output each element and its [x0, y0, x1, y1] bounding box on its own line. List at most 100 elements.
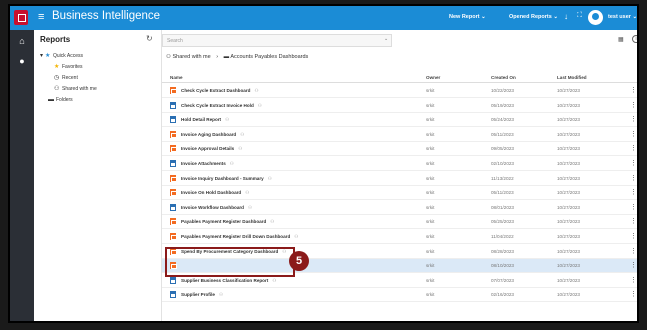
more-icon[interactable]: ⋮ [630, 290, 637, 298]
table-row[interactable]: Invoice Aging Dashboard ⚇ srkit 05/11/2023 1… [162, 128, 637, 142]
row-name[interactable]: Invoice Inquiry Dashboard - Summary ⚇ [181, 176, 272, 182]
avatar[interactable] [588, 10, 603, 25]
table-row[interactable]: Invoice Workflow Dashboard ⚇ srkit 08/01/20… [162, 201, 637, 215]
row-name[interactable]: Check Cycle Extract Invoice Hold ⚇ [181, 103, 262, 109]
info-icon[interactable]: i [632, 35, 637, 43]
row-modified: 10/27/2023 [557, 102, 580, 108]
table-row[interactable]: Payables Payment Register Drill Down Das… [162, 230, 637, 244]
table-row[interactable]: Payables Payment Register Dashboard ⚇ srki… [162, 215, 637, 230]
row-modified: 10/27/2023 [557, 146, 580, 152]
row-name[interactable]: Invoice On Hold Dashboard ⚇ [181, 190, 249, 196]
row-modified: 10/27/2023 [557, 277, 580, 283]
table-row[interactable]: Invoice Inquiry Dashboard - Summary ⚇ srki… [162, 172, 637, 186]
table-row[interactable]: Invoice On Hold Dashboard ⚇ srkit 05/11/202… [162, 186, 637, 201]
refresh-icon[interactable]: ↻ [146, 34, 153, 43]
nav-item-favorites[interactable]: ★ Favorites [54, 63, 83, 70]
left-rail: ⌂ ● [10, 30, 34, 321]
row-created: 05/19/2023 [491, 102, 514, 108]
row-created: 08/10/2023 [491, 263, 514, 269]
more-icon[interactable]: ⋮ [630, 130, 637, 138]
row-name[interactable]: Payables Payment Register Dashboard ⚇ [181, 219, 274, 225]
column-name[interactable]: Name [170, 75, 183, 80]
fullscreen-icon[interactable]: ⛶ [577, 12, 582, 20]
row-name[interactable]: Invoice Approval Details ⚇ [181, 146, 242, 152]
table-row[interactable]: Check Cycle Extract Dashboard ⚇ srkit 10/22… [162, 84, 637, 98]
row-created: 10/22/2023 [491, 88, 514, 93]
row-created: 05/11/2023 [491, 190, 514, 196]
row-created: 02/10/2023 [491, 161, 514, 166]
chevron-down-icon[interactable]: ⌄ [384, 36, 388, 42]
row-modified: 10/27/2023 [557, 248, 580, 254]
row-name[interactable]: Check Cycle Extract Dashboard ⚇ [181, 88, 259, 94]
row-owner: srkit [426, 88, 435, 93]
more-icon[interactable]: ⋮ [630, 276, 637, 284]
row-modified: 10/27/2023 [557, 263, 580, 269]
nav-item-folders[interactable]: ▬ Folders [48, 97, 73, 103]
people-icon: ⚇ [166, 54, 171, 60]
more-icon[interactable]: ⋮ [630, 86, 637, 94]
nav-item-recent[interactable]: ◷ Recent [54, 74, 78, 81]
opened-reports-button[interactable]: Opened Reports ⌄ [509, 14, 558, 20]
download-icon[interactable]: ↓ [564, 12, 568, 21]
table-row[interactable]: Hold Detail Report ⚇ srkit 05/24/2023 10/27/… [162, 113, 637, 128]
table-row[interactable]: Supplier Profile ⚇ srkit 02/16/2023 10/27/20… [162, 288, 637, 303]
shared-icon: ⚇ [267, 175, 272, 181]
nav-item-shared[interactable]: ⚇ Shared with me [54, 85, 97, 92]
row-created: 08/01/2023 [491, 204, 514, 210]
row-owner: srkit [426, 102, 435, 108]
more-icon[interactable]: ⋮ [630, 144, 637, 152]
more-icon[interactable]: ⋮ [630, 217, 637, 225]
row-created: 05/24/2023 [491, 117, 514, 123]
clock-icon: ◷ [54, 75, 60, 81]
more-icon[interactable]: ⋮ [630, 247, 637, 255]
search-input[interactable]: Search [162, 34, 392, 47]
row-name[interactable]: Hold Detail Report ⚇ [181, 117, 229, 123]
table-row[interactable]: Check Cycle Extract Invoice Hold ⚇ srkit 05… [162, 99, 637, 113]
row-owner: srkit [426, 175, 435, 181]
new-report-button[interactable]: New Report ⌄ [449, 14, 486, 20]
row-modified: 10/27/2023 [557, 234, 580, 239]
row-name[interactable]: Invoice Workflow Dashboard ⚇ [181, 205, 252, 211]
row-name[interactable]: Supplier Profile ⚇ [181, 292, 223, 298]
app-title: Business Intelligence [52, 10, 161, 22]
app-window: ≡ Business Intelligence New Report ⌄ Ope… [8, 4, 639, 323]
more-icon[interactable]: ⋮ [630, 261, 637, 269]
more-icon[interactable]: ⋮ [630, 115, 637, 123]
column-owner[interactable]: Owner [426, 75, 440, 80]
more-icon[interactable]: ⋮ [630, 101, 637, 109]
top-bar: ≡ Business Intelligence New Report ⌄ Ope… [10, 6, 637, 30]
dashboard-icon [170, 218, 177, 226]
row-owner: srkit [426, 292, 435, 298]
row-name[interactable]: Payables Payment Register Drill Down Das… [181, 234, 298, 240]
row-name[interactable]: Supplier Business Classification Report ⚇ [181, 278, 276, 284]
more-icon[interactable]: ⋮ [630, 174, 637, 182]
shared-icon: ⚇ [257, 102, 262, 108]
home-icon[interactable]: ⌂ [16, 36, 28, 46]
row-created: 02/16/2023 [491, 292, 514, 298]
breadcrumb-folder[interactable]: Accounts Payables Dashboards [230, 54, 308, 60]
table-row[interactable]: Invoice Attachments ⚇ srkit 02/10/2023 10/27… [162, 157, 637, 171]
nav-item-quick-access[interactable]: ▾ ★ Quick Access [40, 52, 83, 59]
table-row[interactable]: Invoice Approval Details ⚇ srkit 09/05/2023… [162, 142, 637, 157]
column-modified[interactable]: Last Modified [557, 75, 587, 80]
breadcrumb-shared[interactable]: Shared with me [172, 54, 210, 60]
compass-icon[interactable]: ● [16, 56, 28, 66]
grid-view-icon[interactable]: ▦ [618, 36, 624, 43]
row-name[interactable]: Invoice Attachments ⚇ [181, 161, 234, 167]
more-icon[interactable]: ⋮ [630, 159, 637, 167]
more-icon[interactable]: ⋮ [630, 203, 637, 211]
row-created: 09/05/2023 [491, 146, 514, 152]
more-icon[interactable]: ⋮ [630, 188, 637, 196]
row-name[interactable]: Invoice Aging Dashboard ⚇ [181, 132, 244, 138]
breadcrumb: ⚇ Shared with me › ▬ Accounts Payables D… [166, 54, 309, 60]
user-menu[interactable]: test user ⌄ [608, 14, 637, 20]
row-owner: srkit [426, 146, 435, 152]
column-created[interactable]: Created On [491, 75, 516, 80]
shared-icon: ⚇ [294, 234, 299, 239]
table-header: Name Owner Created On Last Modified [162, 73, 637, 83]
report-icon [170, 203, 176, 211]
more-icon[interactable]: ⋮ [630, 232, 637, 240]
row-created: 05/11/2023 [491, 131, 514, 137]
folder-icon: ▬ [48, 97, 54, 103]
menu-icon[interactable]: ≡ [38, 11, 44, 23]
